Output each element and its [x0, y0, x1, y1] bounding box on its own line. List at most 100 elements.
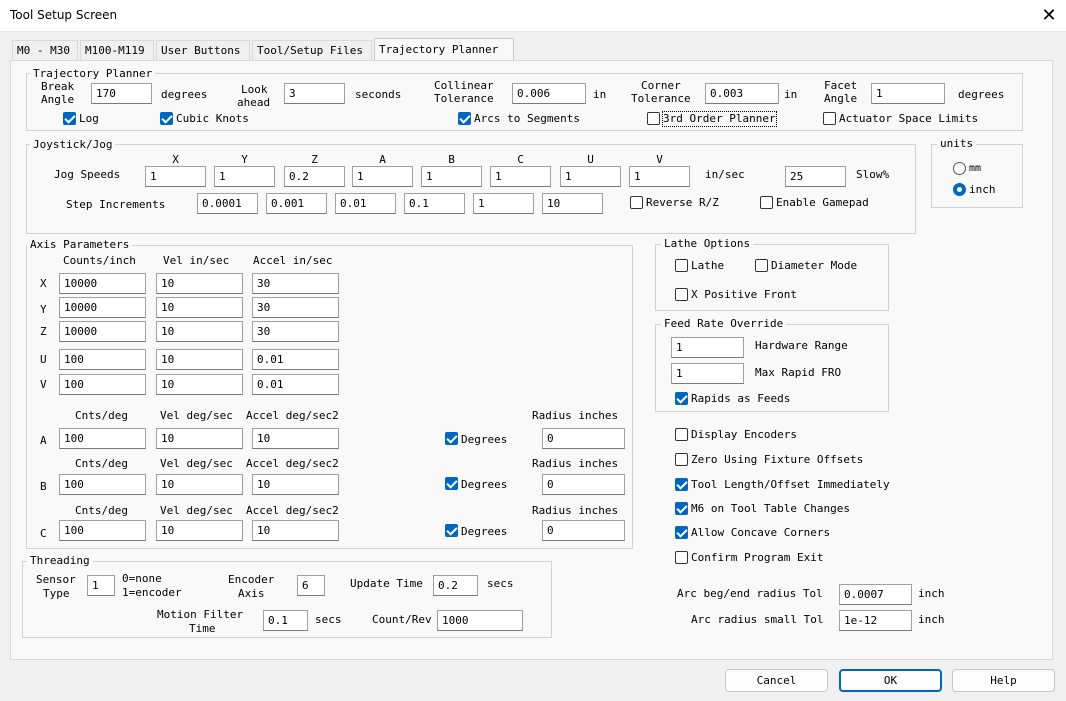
- tab-user-buttons[interactable]: User Buttons: [156, 40, 250, 60]
- m6-tool-table-label: M6 on Tool Table Changes: [691, 502, 850, 515]
- collinear-input[interactable]: [512, 83, 586, 104]
- axis-c-degrees-checkbox[interactable]: [445, 524, 458, 537]
- axis-y-vel[interactable]: [156, 297, 243, 318]
- allow-concave-corners-checkbox[interactable]: [675, 526, 688, 539]
- axis-v-vel[interactable]: [156, 374, 243, 395]
- reverse-rz-checkbox[interactable]: [630, 196, 643, 209]
- tab-m100-m119[interactable]: M100-M119: [80, 40, 154, 60]
- enable-gamepad-checkbox[interactable]: [760, 196, 773, 209]
- encoder-axis-input[interactable]: [297, 575, 325, 596]
- axis-a-vel[interactable]: [156, 428, 243, 449]
- look-ahead-input[interactable]: [284, 83, 345, 104]
- jog-axis-c: C: [517, 153, 524, 166]
- axis-z-counts[interactable]: [59, 321, 146, 342]
- tab-tool-setup-files[interactable]: Tool/Setup Files: [252, 40, 372, 60]
- axis-x-vel[interactable]: [156, 273, 243, 294]
- break-angle-input[interactable]: [91, 83, 152, 104]
- jog-speed-c[interactable]: [490, 166, 551, 187]
- axis-y-label: Y: [40, 303, 47, 316]
- step-increment-2[interactable]: [266, 193, 327, 214]
- axis-c-counts[interactable]: [59, 520, 146, 541]
- m6-tool-table-checkbox[interactable]: [675, 502, 688, 515]
- collinear-label-1: Collinear: [434, 79, 494, 92]
- axis-z-accel[interactable]: [252, 321, 339, 342]
- jog-speed-v[interactable]: [629, 166, 690, 187]
- third-order-planner-checkbox[interactable]: [647, 112, 660, 125]
- motion-filter-unit: secs: [315, 613, 342, 626]
- slow-percent-label: Slow%: [856, 168, 890, 181]
- step-increment-5[interactable]: [473, 193, 534, 214]
- step-increment-1[interactable]: [197, 193, 258, 214]
- sensor-type-input[interactable]: [87, 575, 115, 596]
- axis-a-accel[interactable]: [252, 428, 339, 449]
- count-rev-input[interactable]: [437, 610, 523, 631]
- actuator-limits-checkbox[interactable]: [823, 112, 836, 125]
- axis-u-counts[interactable]: [59, 349, 146, 370]
- confirm-program-exit-checkbox[interactable]: [675, 551, 688, 564]
- display-encoders-checkbox[interactable]: [675, 428, 688, 441]
- units-mm-radio[interactable]: [953, 162, 966, 175]
- diameter-mode-checkbox[interactable]: [755, 259, 768, 272]
- axis-b-accel[interactable]: [252, 474, 339, 495]
- jog-speed-x[interactable]: [145, 166, 206, 187]
- axis-b-degrees-checkbox[interactable]: [445, 477, 458, 490]
- axis-u-accel[interactable]: [252, 349, 339, 370]
- lathe-checkbox[interactable]: [675, 259, 688, 272]
- axis-y-counts[interactable]: [59, 297, 146, 318]
- zero-fixture-offsets-checkbox[interactable]: [675, 453, 688, 466]
- facet-input[interactable]: [871, 83, 945, 104]
- x-positive-front-checkbox[interactable]: [675, 288, 688, 301]
- arcs-to-segments-checkbox[interactable]: [458, 112, 471, 125]
- axis-c-radius[interactable]: [542, 520, 625, 541]
- cancel-button[interactable]: Cancel: [725, 669, 828, 692]
- axis-x-counts[interactable]: [59, 273, 146, 294]
- jog-speed-y[interactable]: [214, 166, 275, 187]
- axis-b-counts[interactable]: [59, 474, 146, 495]
- jog-speed-z[interactable]: [284, 166, 345, 187]
- arc-beg-end-input[interactable]: [839, 584, 912, 605]
- step-increment-4[interactable]: [404, 193, 465, 214]
- tab-m0-m30[interactable]: M0 - M30: [12, 40, 78, 60]
- axis-b-radius[interactable]: [542, 474, 625, 495]
- units-title: units: [937, 137, 977, 150]
- units-inch-radio[interactable]: [953, 183, 966, 196]
- rapids-as-feeds-checkbox[interactable]: [675, 392, 688, 405]
- close-icon[interactable]: ✕: [1034, 2, 1064, 30]
- zero-fixture-offsets-label: Zero Using Fixture Offsets: [691, 453, 864, 466]
- look-ahead-label-2: ahead: [237, 96, 271, 109]
- axis-z-vel[interactable]: [156, 321, 243, 342]
- jog-speed-a[interactable]: [352, 166, 413, 187]
- axis-b-label: B: [40, 480, 47, 493]
- cubic-knots-checkbox[interactable]: [160, 112, 173, 125]
- motion-filter-input[interactable]: [263, 610, 308, 631]
- step-increment-3[interactable]: [335, 193, 396, 214]
- max-rapid-fro-input[interactable]: [671, 363, 744, 384]
- axis-a-degrees-checkbox[interactable]: [445, 432, 458, 445]
- axis-a-counts[interactable]: [59, 428, 146, 449]
- axis-b-vel[interactable]: [156, 474, 243, 495]
- update-time-input[interactable]: [433, 575, 478, 596]
- tool-length-offset-checkbox[interactable]: [675, 478, 688, 491]
- jog-speed-u[interactable]: [560, 166, 621, 187]
- axis-a-hdr-accel: Accel deg/sec2: [246, 409, 339, 422]
- tab-trajectory-planner[interactable]: Trajectory Planner: [374, 38, 514, 61]
- help-button[interactable]: Help: [952, 669, 1055, 692]
- corner-input[interactable]: [705, 83, 779, 104]
- step-increment-6[interactable]: [542, 193, 603, 214]
- axis-c-vel[interactable]: [156, 520, 243, 541]
- arc-small-input[interactable]: [839, 610, 912, 631]
- axis-x-accel[interactable]: [252, 273, 339, 294]
- axis-v-accel[interactable]: [252, 374, 339, 395]
- hardware-range-input[interactable]: [671, 337, 744, 358]
- slow-percent-input[interactable]: [785, 166, 846, 187]
- axis-c-accel[interactable]: [252, 520, 339, 541]
- jog-speeds-unit: in/sec: [705, 168, 745, 181]
- axis-y-accel[interactable]: [252, 297, 339, 318]
- axis-v-counts[interactable]: [59, 374, 146, 395]
- axis-z-label: Z: [40, 325, 47, 338]
- ok-button[interactable]: OK: [839, 669, 942, 692]
- jog-speed-b[interactable]: [421, 166, 482, 187]
- axis-a-radius[interactable]: [542, 428, 625, 449]
- log-checkbox[interactable]: [63, 112, 76, 125]
- axis-u-vel[interactable]: [156, 349, 243, 370]
